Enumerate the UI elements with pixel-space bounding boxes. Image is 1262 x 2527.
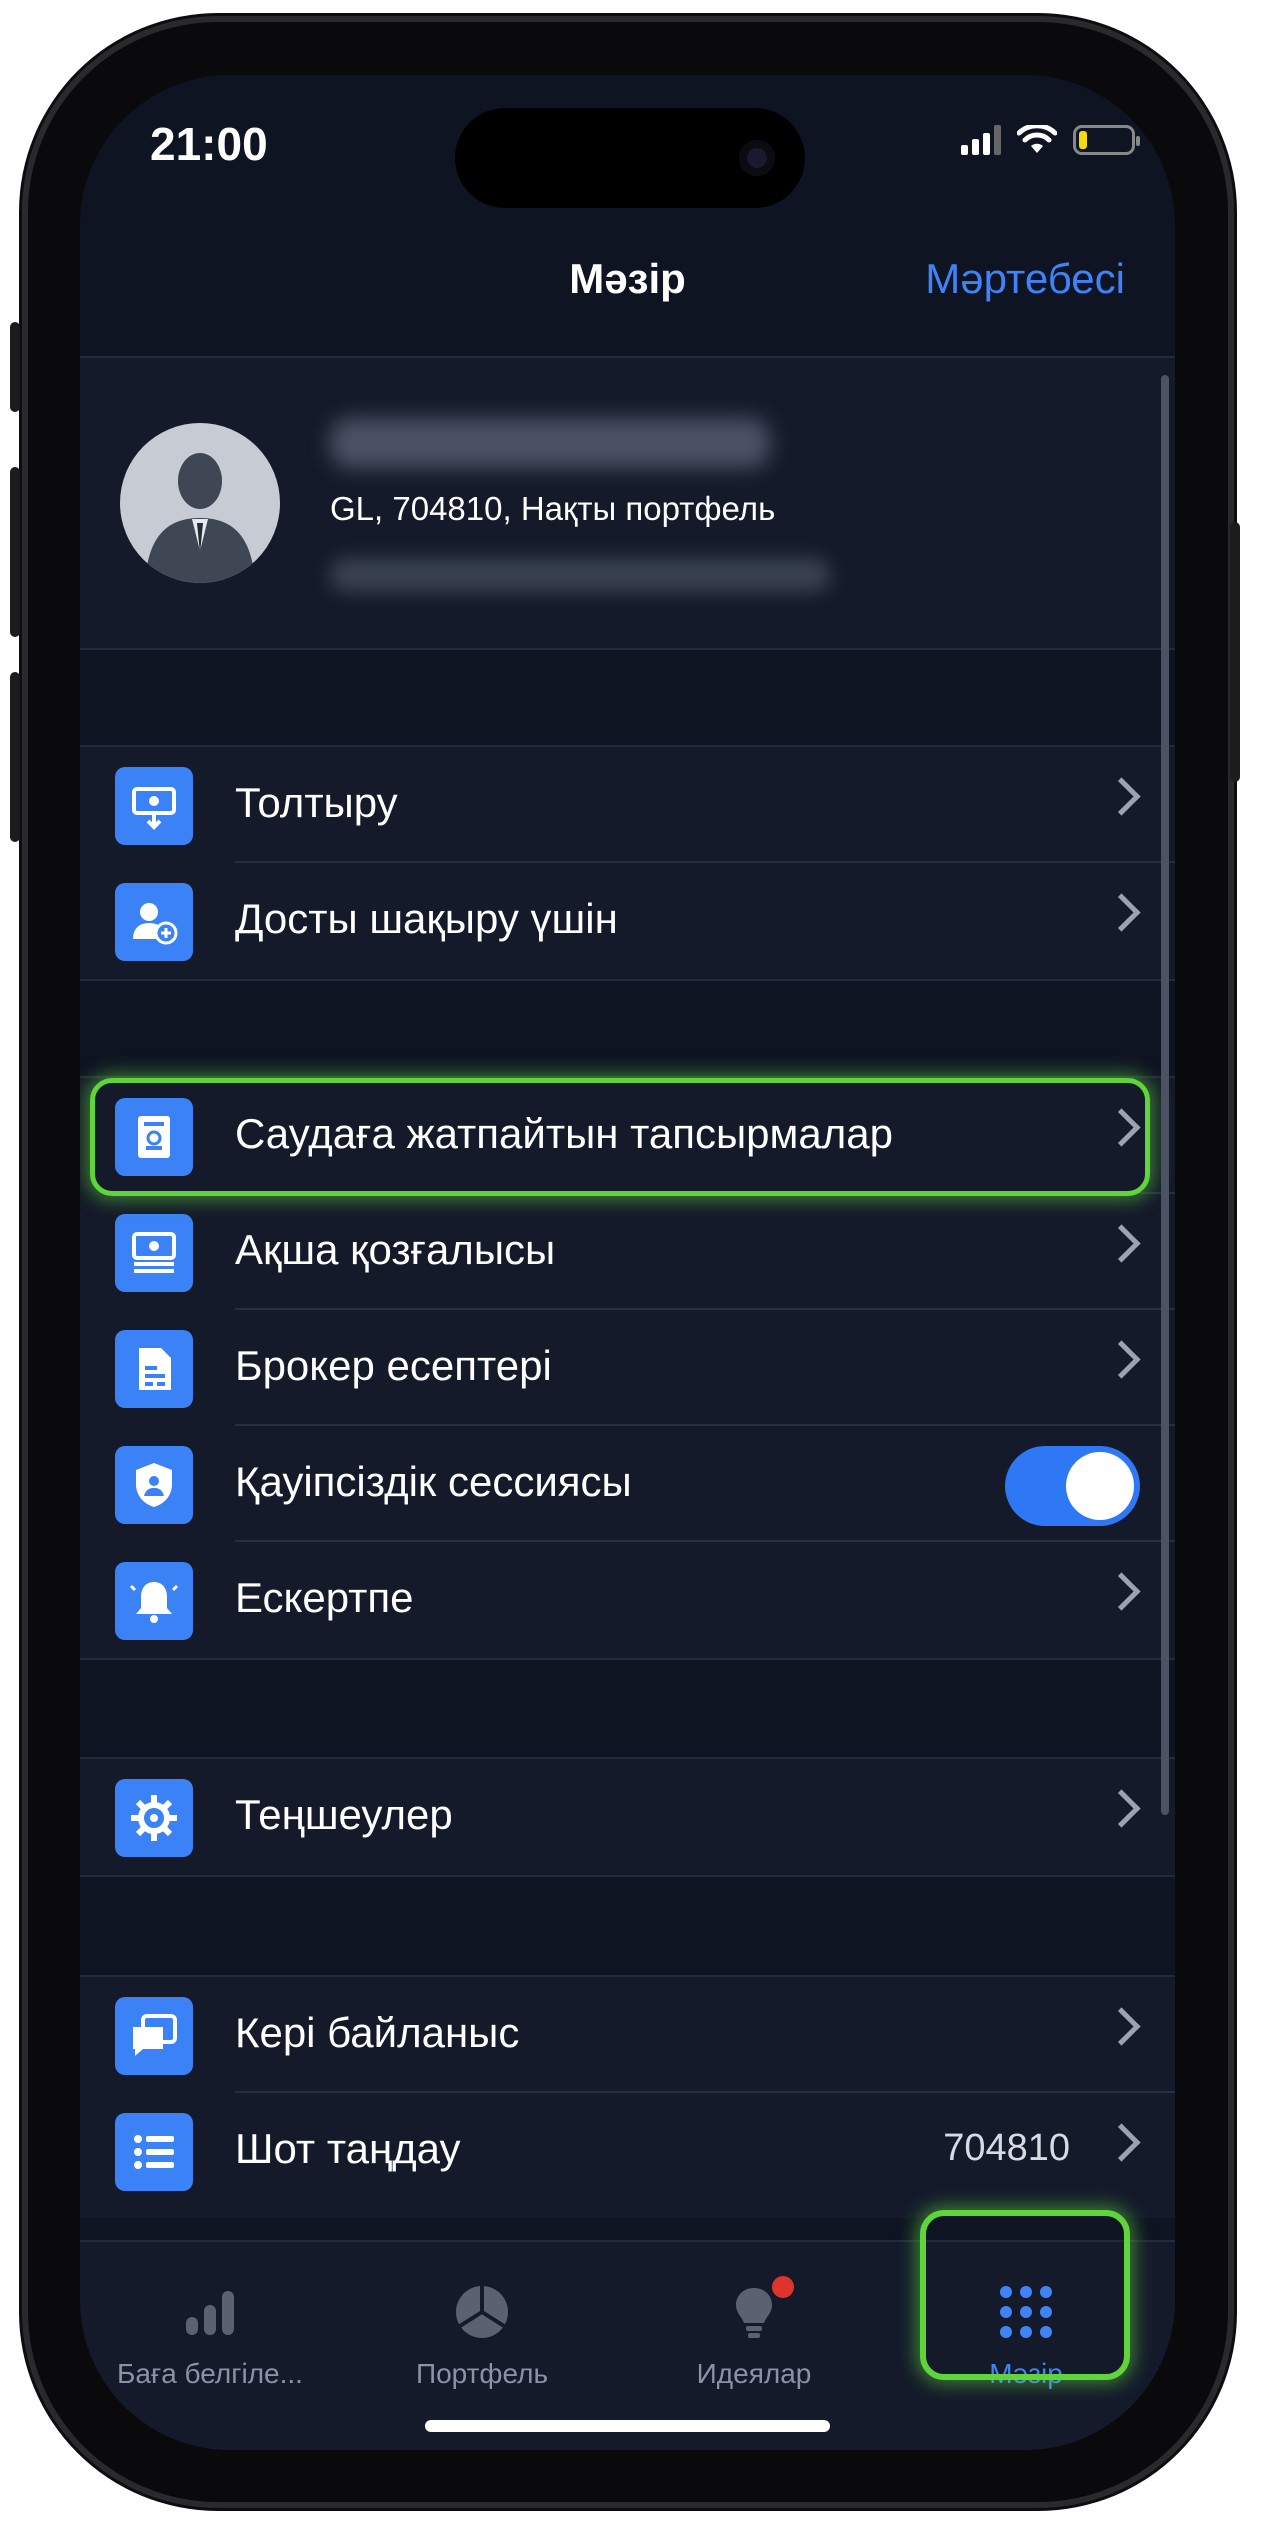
volume-up-button [10, 467, 20, 637]
account-number: 704810 [943, 2127, 1070, 2169]
camera-icon [739, 140, 775, 176]
chevron-right-icon [1102, 777, 1141, 816]
menu-item-security-session: Қауіпсіздік сессиясы [80, 1426, 1175, 1542]
tab-ideas[interactable]: Идеялар [624, 2276, 884, 2390]
highlight-box [90, 1078, 1150, 1196]
wifi-icon [1017, 125, 1057, 153]
report-icon [115, 1330, 193, 1408]
blurred-email [330, 558, 830, 592]
menu-item-label: Досты шақыру үшін [235, 895, 618, 942]
home-indicator[interactable] [425, 2420, 830, 2432]
menu-item-feedback[interactable]: Кері байланыс [80, 1977, 1175, 2093]
money-flow-icon [115, 1214, 193, 1292]
menu-item-label: Шот таңдау [235, 2125, 461, 2172]
add-user-icon [115, 883, 193, 961]
menu-item-label: Толтыру [235, 779, 398, 826]
action-button [10, 322, 20, 412]
pie-chart-icon [352, 2282, 612, 2342]
status-time: 21:00 [150, 118, 268, 170]
power-button [1230, 522, 1240, 782]
chat-icon [115, 1997, 193, 2075]
menu-item-label: Қауіпсіздік сессиясы [235, 1458, 632, 1505]
blurred-name [330, 418, 770, 468]
status-link[interactable]: Мәртебесі [925, 255, 1125, 303]
screen: 21:00 Мәзір Мәртебесі GL, 704810, Нақты … [80, 75, 1175, 2450]
tab-quotes[interactable]: Баға белгіле... [80, 2282, 340, 2390]
chevron-right-icon [1102, 2123, 1141, 2162]
status-bar: 21:00 [80, 75, 1175, 208]
bell-icon [115, 1562, 193, 1640]
menu-item-label: Ақша қозғалысы [235, 1226, 556, 1273]
tab-highlight-box [920, 2210, 1130, 2380]
notification-dot [772, 2276, 794, 2298]
menu-item-select-account[interactable]: Шот таңдау 704810 [80, 2093, 1175, 2218]
menu-item-deposit[interactable]: Толтыру [80, 747, 1175, 863]
tab-label: Идеялар [696, 2358, 812, 2389]
avatar [120, 423, 280, 583]
dynamic-island [455, 108, 805, 208]
menu-item-notifications[interactable]: Ескертпе [80, 1542, 1175, 1658]
menu-item-broker-reports[interactable]: Брокер есептері [80, 1310, 1175, 1426]
menu-item-label: Кері байланыс [235, 2009, 520, 2056]
deposit-icon [115, 767, 193, 845]
security-session-toggle[interactable] [1005, 1446, 1140, 1526]
chevron-right-icon [1102, 1789, 1141, 1828]
nav-bar: Мәзір Мәртебесі [80, 225, 1175, 355]
menu-item-settings[interactable]: Теңшеулер [80, 1759, 1175, 1875]
cellular-signal-icon [961, 125, 1001, 155]
tab-portfolio[interactable]: Портфель [352, 2282, 612, 2390]
user-silhouette-icon [145, 453, 255, 583]
scrollbar[interactable] [1161, 375, 1169, 1815]
chevron-right-icon [1102, 1572, 1141, 1611]
menu-item-invite-friend[interactable]: Досты шақыру үшін [80, 863, 1175, 979]
status-icons [961, 125, 1140, 155]
bar-chart-icon [80, 2282, 340, 2342]
battery-icon [1073, 125, 1140, 155]
list-icon [115, 2113, 193, 2191]
chevron-right-icon [1102, 1224, 1141, 1263]
chevron-right-icon [1102, 1340, 1141, 1379]
tab-label: Баға белгіле... [117, 2358, 303, 2389]
tab-label: Портфель [415, 2358, 549, 2389]
menu-item-money-movement[interactable]: Ақша қозғалысы [80, 1194, 1175, 1310]
shield-icon [115, 1446, 193, 1524]
volume-down-button [10, 672, 20, 842]
profile-card[interactable]: GL, 704810, Нақты портфель [80, 358, 1175, 648]
account-info: GL, 704810, Нақты портфель [330, 490, 776, 527]
chevron-right-icon [1102, 2007, 1141, 2046]
menu-item-label: Брокер есептері [235, 1342, 552, 1389]
lightbulb-icon [624, 2276, 884, 2342]
gear-icon [115, 1779, 193, 1857]
menu-item-label: Теңшеулер [235, 1791, 453, 1838]
chevron-right-icon [1102, 893, 1141, 932]
menu-item-label: Ескертпе [235, 1574, 414, 1621]
